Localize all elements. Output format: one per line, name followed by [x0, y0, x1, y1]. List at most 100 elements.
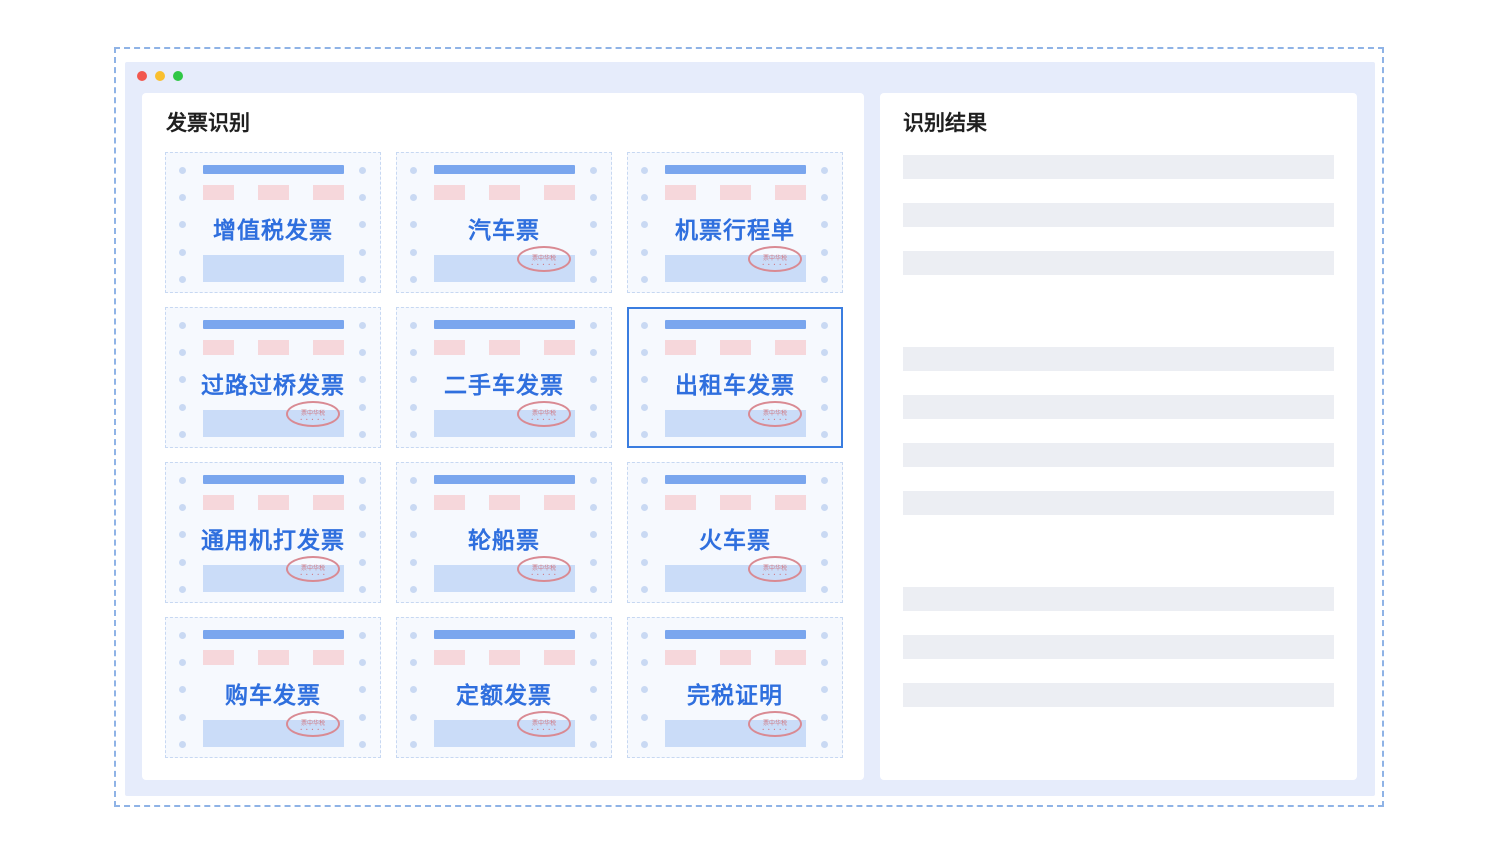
perforation-dot: [590, 249, 597, 256]
seal-stamp-icon: 票中华税 • • • • •: [286, 556, 340, 582]
card-header-bar: [203, 475, 344, 484]
invoice-card[interactable]: 票中华税 • • • • • 轮船票: [396, 462, 612, 603]
invoice-card[interactable]: 票中华税 • • • • • 火车票: [627, 462, 843, 603]
perforation-dot: [821, 249, 828, 256]
perforation-dot: [179, 194, 186, 201]
card-field-block: [665, 495, 696, 510]
perforation-dot: [410, 477, 417, 484]
perforation-dot: [590, 322, 597, 329]
perforation-dot: [179, 249, 186, 256]
result-placeholder-line: [903, 491, 1334, 515]
invoice-card[interactable]: 票中华税 • • • • • 汽车票: [396, 152, 612, 293]
app-window: 发票识别 增值税发票票中华税 • • • • • 汽车票 票中华税 • • • • • 机…: [125, 62, 1375, 796]
card-field-block: [775, 185, 806, 200]
perforation-dot: [641, 249, 648, 256]
card-field-block: [313, 185, 344, 200]
seal-stamp-icon: 票中华税 • • • • •: [748, 401, 802, 427]
perforation-dot: [359, 349, 366, 356]
card-field-block: [720, 650, 751, 665]
perforation-dot: [359, 586, 366, 593]
perforation-dot: [641, 659, 648, 666]
card-header-bar: [434, 165, 575, 174]
perforation-dot: [179, 659, 186, 666]
stamp-stars: • • • • •: [531, 727, 557, 732]
perforation-dot: [179, 504, 186, 511]
perforation-dot: [359, 504, 366, 511]
card-field-block: [203, 650, 234, 665]
perforation-dot: [590, 586, 597, 593]
panel-title: 发票识别: [166, 111, 250, 135]
perforation-dot: [410, 431, 417, 438]
stamp-stars: • • • • •: [300, 727, 326, 732]
perforation-dot: [821, 586, 828, 593]
perforation-dot: [641, 276, 648, 283]
result-placeholder-line: [903, 443, 1334, 467]
result-placeholder-line: [903, 683, 1334, 707]
perforation-dot: [179, 322, 186, 329]
perforation-dot: [410, 194, 417, 201]
stamp-stars: • • • • •: [762, 417, 788, 422]
card-field-block: [434, 185, 465, 200]
card-field-block: [544, 495, 575, 510]
seal-stamp-icon: 票中华税 • • • • •: [286, 711, 340, 737]
perforation-dot: [179, 714, 186, 721]
invoice-type-label: 火车票: [699, 528, 771, 554]
perforation-dot: [359, 477, 366, 484]
card-field-block: [665, 650, 696, 665]
card-field-block: [489, 495, 520, 510]
perforation-dot: [641, 741, 648, 748]
perforation-dot: [590, 404, 597, 411]
seal-stamp-icon: 票中华税 • • • • •: [517, 711, 571, 737]
perforation-dot: [179, 349, 186, 356]
perforation-dot: [590, 167, 597, 174]
perforation-dot: [821, 404, 828, 411]
card-header-bar: [434, 630, 575, 639]
card-header-bar: [203, 320, 344, 329]
invoice-card[interactable]: 票中华税 • • • • • 购车发票: [165, 617, 381, 758]
invoice-card[interactable]: 票中华税 • • • • • 二手车发票: [396, 307, 612, 448]
minimize-window-dot[interactable]: [155, 71, 165, 81]
perforation-dot: [410, 167, 417, 174]
card-header-bar: [203, 165, 344, 174]
stamp-stars: • • • • •: [531, 262, 557, 267]
perforation-dot: [410, 349, 417, 356]
card-field-block: [775, 650, 806, 665]
card-header-bar: [665, 630, 806, 639]
perforation-dot: [590, 632, 597, 639]
perforation-dot: [359, 167, 366, 174]
perforation-dot: [821, 477, 828, 484]
invoice-card[interactable]: 票中华税 • • • • • 定额发票: [396, 617, 612, 758]
invoice-card[interactable]: 票中华税 • • • • • 过路过桥发票: [165, 307, 381, 448]
result-placeholder-line: [903, 251, 1334, 275]
invoice-card[interactable]: 增值税发票: [165, 152, 381, 293]
perforation-dot: [410, 559, 417, 566]
card-field-block: [544, 340, 575, 355]
seal-stamp-icon: 票中华税 • • • • •: [748, 246, 802, 272]
perforation-dot: [641, 194, 648, 201]
invoice-card[interactable]: 票中华税 • • • • • 出租车发票: [627, 307, 843, 448]
perforation-dot: [821, 559, 828, 566]
card-field-block: [665, 185, 696, 200]
perforation-dot: [641, 586, 648, 593]
card-field-block: [489, 340, 520, 355]
card-header-bar: [434, 320, 575, 329]
perforation-dot: [410, 741, 417, 748]
perforation-dot: [410, 659, 417, 666]
close-window-dot[interactable]: [137, 71, 147, 81]
perforation-dot: [641, 349, 648, 356]
invoice-type-label: 汽车票: [468, 218, 540, 244]
perforation-dot: [359, 741, 366, 748]
result-placeholder-line: [903, 395, 1334, 419]
result-placeholder-line: [903, 203, 1334, 227]
stamp-stars: • • • • •: [762, 727, 788, 732]
invoice-card[interactable]: 票中华税 • • • • • 完税证明: [627, 617, 843, 758]
invoice-type-label: 轮船票: [468, 528, 540, 554]
maximize-window-dot[interactable]: [173, 71, 183, 81]
perforation-dot: [359, 714, 366, 721]
card-field-block: [434, 340, 465, 355]
perforation-dot: [410, 276, 417, 283]
perforation-dot: [359, 659, 366, 666]
invoice-card[interactable]: 票中华税 • • • • • 通用机打发票: [165, 462, 381, 603]
invoice-type-label: 二手车发票: [444, 373, 564, 399]
invoice-card[interactable]: 票中华税 • • • • • 机票行程单: [627, 152, 843, 293]
